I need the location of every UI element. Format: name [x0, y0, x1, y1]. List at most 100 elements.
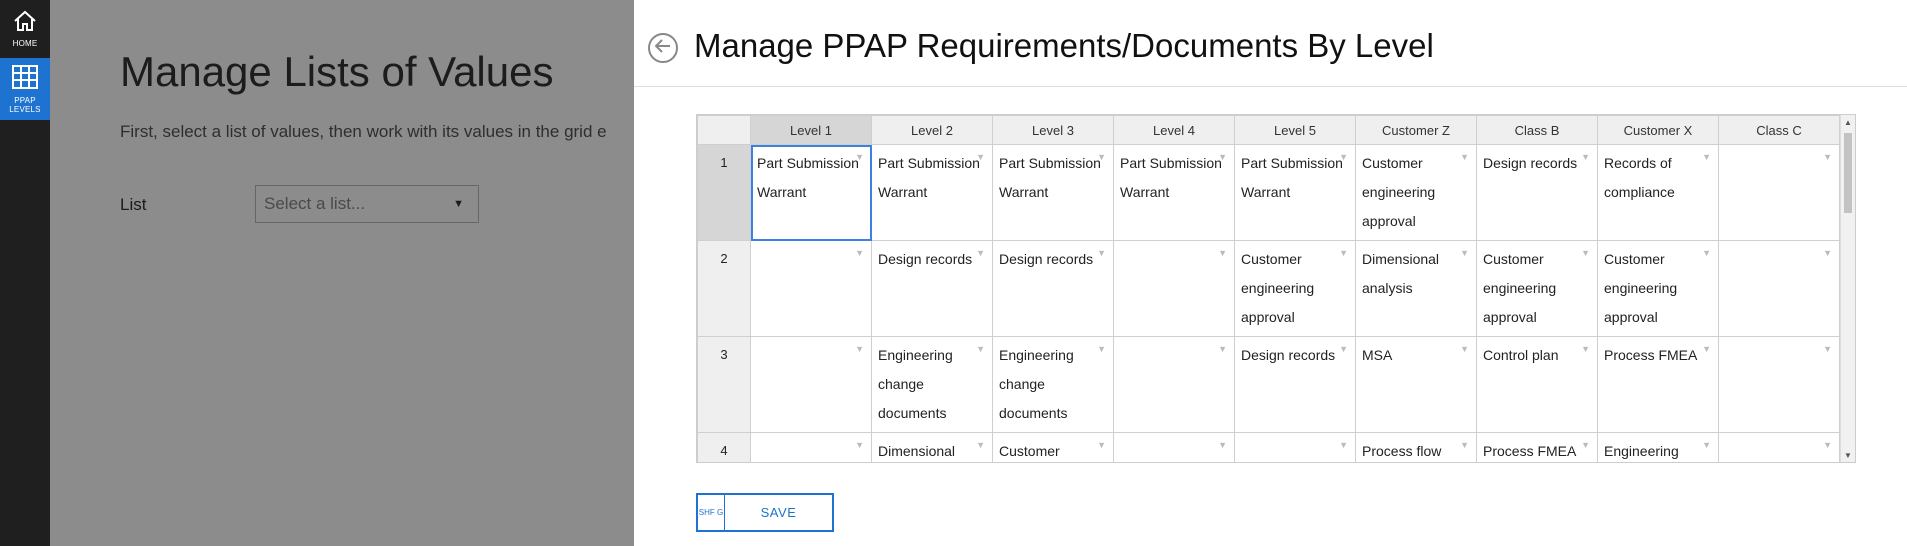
grid-cell[interactable]: Design records ▼ — [1476, 144, 1598, 241]
grid-cell[interactable]: Process FMEA ▼ — [1597, 336, 1719, 433]
back-button[interactable] — [648, 33, 678, 63]
grid-cell[interactable]: Dimensional analysis ▼ — [1355, 240, 1477, 337]
vertical-scrollbar[interactable]: ▲ ▼ — [1840, 115, 1855, 462]
cell-dropdown-icon[interactable]: ▼ — [1581, 440, 1590, 450]
column-header[interactable]: Level 3 — [992, 115, 1114, 145]
grid-cell[interactable]: ▼ — [1718, 240, 1840, 337]
grid-cell[interactable]: Process flow diagrams ▼ — [1355, 432, 1477, 462]
cell-dropdown-icon[interactable]: ▼ — [1339, 152, 1348, 162]
grid-cell[interactable]: Customer engineering approval ▼ — [1234, 240, 1356, 337]
grid-cell[interactable]: Engineering change documents ▼ — [992, 336, 1114, 433]
grid-cell[interactable]: Customer engineering approval ▼ — [1476, 240, 1598, 337]
cell-dropdown-icon[interactable]: ▼ — [1097, 440, 1106, 450]
column-header[interactable]: Level 2 — [871, 115, 993, 145]
cell-value: Engineering change documents — [999, 347, 1074, 421]
grid-cell[interactable]: Design records ▼ — [992, 240, 1114, 337]
column-header[interactable]: Level 5 — [1234, 115, 1356, 145]
cell-dropdown-icon[interactable]: ▼ — [1218, 152, 1227, 162]
cell-dropdown-icon[interactable]: ▼ — [1581, 248, 1590, 258]
grid-cell[interactable]: Part Submission Warrant ▼ — [750, 144, 872, 241]
grid-cell[interactable]: ▼ — [1718, 336, 1840, 433]
grid-cell[interactable]: Customer engineering approval ▼ — [1355, 144, 1477, 241]
grid-cell[interactable]: ▼ — [1113, 240, 1235, 337]
column-header[interactable]: Class B — [1476, 115, 1598, 145]
grid-cell[interactable]: Part Submission Warrant ▼ — [1234, 144, 1356, 241]
cell-dropdown-icon[interactable]: ▼ — [1823, 344, 1832, 354]
row-number[interactable]: 3 — [697, 336, 751, 433]
cell-dropdown-icon[interactable]: ▼ — [1823, 248, 1832, 258]
cell-dropdown-icon[interactable]: ▼ — [1339, 344, 1348, 354]
cell-dropdown-icon[interactable]: ▼ — [1339, 248, 1348, 258]
cell-dropdown-icon[interactable]: ▼ — [1460, 152, 1469, 162]
cell-dropdown-icon[interactable]: ▼ — [1097, 344, 1106, 354]
cell-dropdown-icon[interactable]: ▼ — [976, 152, 985, 162]
cell-dropdown-icon[interactable]: ▼ — [1823, 440, 1832, 450]
cell-dropdown-icon[interactable]: ▼ — [1823, 152, 1832, 162]
grid-cell[interactable]: Design records ▼ — [871, 240, 993, 337]
grid-cell[interactable]: ▼ — [1113, 336, 1235, 433]
cell-dropdown-icon[interactable]: ▼ — [1581, 152, 1590, 162]
nav-home[interactable]: HOME — [0, 0, 50, 58]
grid-cell[interactable]: Dimensional analysis ▼ — [871, 432, 993, 462]
grid-cell[interactable]: MSA ▼ — [1355, 336, 1477, 433]
cell-dropdown-icon[interactable]: ▼ — [1581, 344, 1590, 354]
grid-cell[interactable]: ▼ — [1718, 432, 1840, 462]
grid-cell[interactable]: Customer engineering ▼ — [992, 432, 1114, 462]
scroll-up-icon[interactable]: ▲ — [1844, 118, 1852, 127]
grid-cell[interactable]: Records of compliance ▼ — [1597, 144, 1719, 241]
grid-cell[interactable]: ▼ — [750, 432, 872, 462]
column-header[interactable]: Level 4 — [1113, 115, 1235, 145]
cell-dropdown-icon[interactable]: ▼ — [1702, 248, 1711, 258]
cell-dropdown-icon[interactable]: ▼ — [976, 248, 985, 258]
cell-dropdown-icon[interactable]: ▼ — [1460, 344, 1469, 354]
cell-dropdown-icon[interactable]: ▼ — [1702, 440, 1711, 450]
grid-cell[interactable]: Customer engineering approval ▼ — [1597, 240, 1719, 337]
cell-value: Control plan — [1483, 347, 1559, 363]
cell-dropdown-icon[interactable]: ▼ — [976, 344, 985, 354]
grid-cell[interactable]: ▼ — [1113, 432, 1235, 462]
grid-cell[interactable]: Engineering change ▼ — [1597, 432, 1719, 462]
cell-dropdown-icon[interactable]: ▼ — [855, 440, 864, 450]
row-number[interactable]: 2 — [697, 240, 751, 337]
grid-cell[interactable]: ▼ — [750, 336, 872, 433]
nav-home-label: HOME — [12, 39, 38, 48]
grid-cell[interactable]: Part Submission Warrant ▼ — [992, 144, 1114, 241]
row-number[interactable]: 1 — [697, 144, 751, 241]
save-button-label: SAVE — [760, 505, 797, 520]
grid-cell[interactable]: ▼ — [750, 240, 872, 337]
grid-cell[interactable]: ▼ — [1718, 144, 1840, 241]
grid-cell[interactable]: ▼ — [1234, 432, 1356, 462]
grid-cell[interactable]: Engineering change documents ▼ — [871, 336, 993, 433]
cell-value: Part Submission Warrant — [1120, 155, 1222, 200]
cell-dropdown-icon[interactable]: ▼ — [1339, 440, 1348, 450]
grid-cell[interactable]: Process FMEA ▼ — [1476, 432, 1598, 462]
grid-cell[interactable]: Part Submission Warrant ▼ — [1113, 144, 1235, 241]
nav-ppap-levels[interactable]: PPAP LEVELS — [0, 58, 50, 120]
column-header[interactable]: Class C — [1718, 115, 1840, 145]
column-header[interactable]: Customer Z — [1355, 115, 1477, 145]
cell-dropdown-icon[interactable]: ▼ — [1460, 248, 1469, 258]
cell-dropdown-icon[interactable]: ▼ — [1460, 440, 1469, 450]
cell-dropdown-icon[interactable]: ▼ — [1097, 248, 1106, 258]
cell-dropdown-icon[interactable]: ▼ — [1097, 152, 1106, 162]
scroll-down-icon[interactable]: ▼ — [1844, 451, 1852, 460]
column-header[interactable]: Level 1 — [750, 115, 872, 145]
cell-dropdown-icon[interactable]: ▼ — [1218, 248, 1227, 258]
grid-cell[interactable]: Design records ▼ — [1234, 336, 1356, 433]
cell-dropdown-icon[interactable]: ▼ — [1702, 344, 1711, 354]
cell-value: Customer engineering approval — [1604, 251, 1678, 325]
grid-cell[interactable]: Part Submission Warrant ▼ — [871, 144, 993, 241]
scroll-thumb[interactable] — [1844, 133, 1852, 213]
cell-dropdown-icon[interactable]: ▼ — [976, 440, 985, 450]
cell-dropdown-icon[interactable]: ▼ — [1218, 344, 1227, 354]
cell-dropdown-icon[interactable]: ▼ — [855, 152, 864, 162]
cell-dropdown-icon[interactable]: ▼ — [1218, 440, 1227, 450]
cell-value: MSA — [1362, 347, 1393, 363]
save-button[interactable]: SHF G SAVE — [696, 493, 834, 532]
row-number[interactable]: 4 — [697, 432, 751, 462]
cell-dropdown-icon[interactable]: ▼ — [1702, 152, 1711, 162]
cell-dropdown-icon[interactable]: ▼ — [855, 248, 864, 258]
column-header[interactable]: Customer X — [1597, 115, 1719, 145]
grid-cell[interactable]: Control plan ▼ — [1476, 336, 1598, 433]
cell-dropdown-icon[interactable]: ▼ — [855, 344, 864, 354]
